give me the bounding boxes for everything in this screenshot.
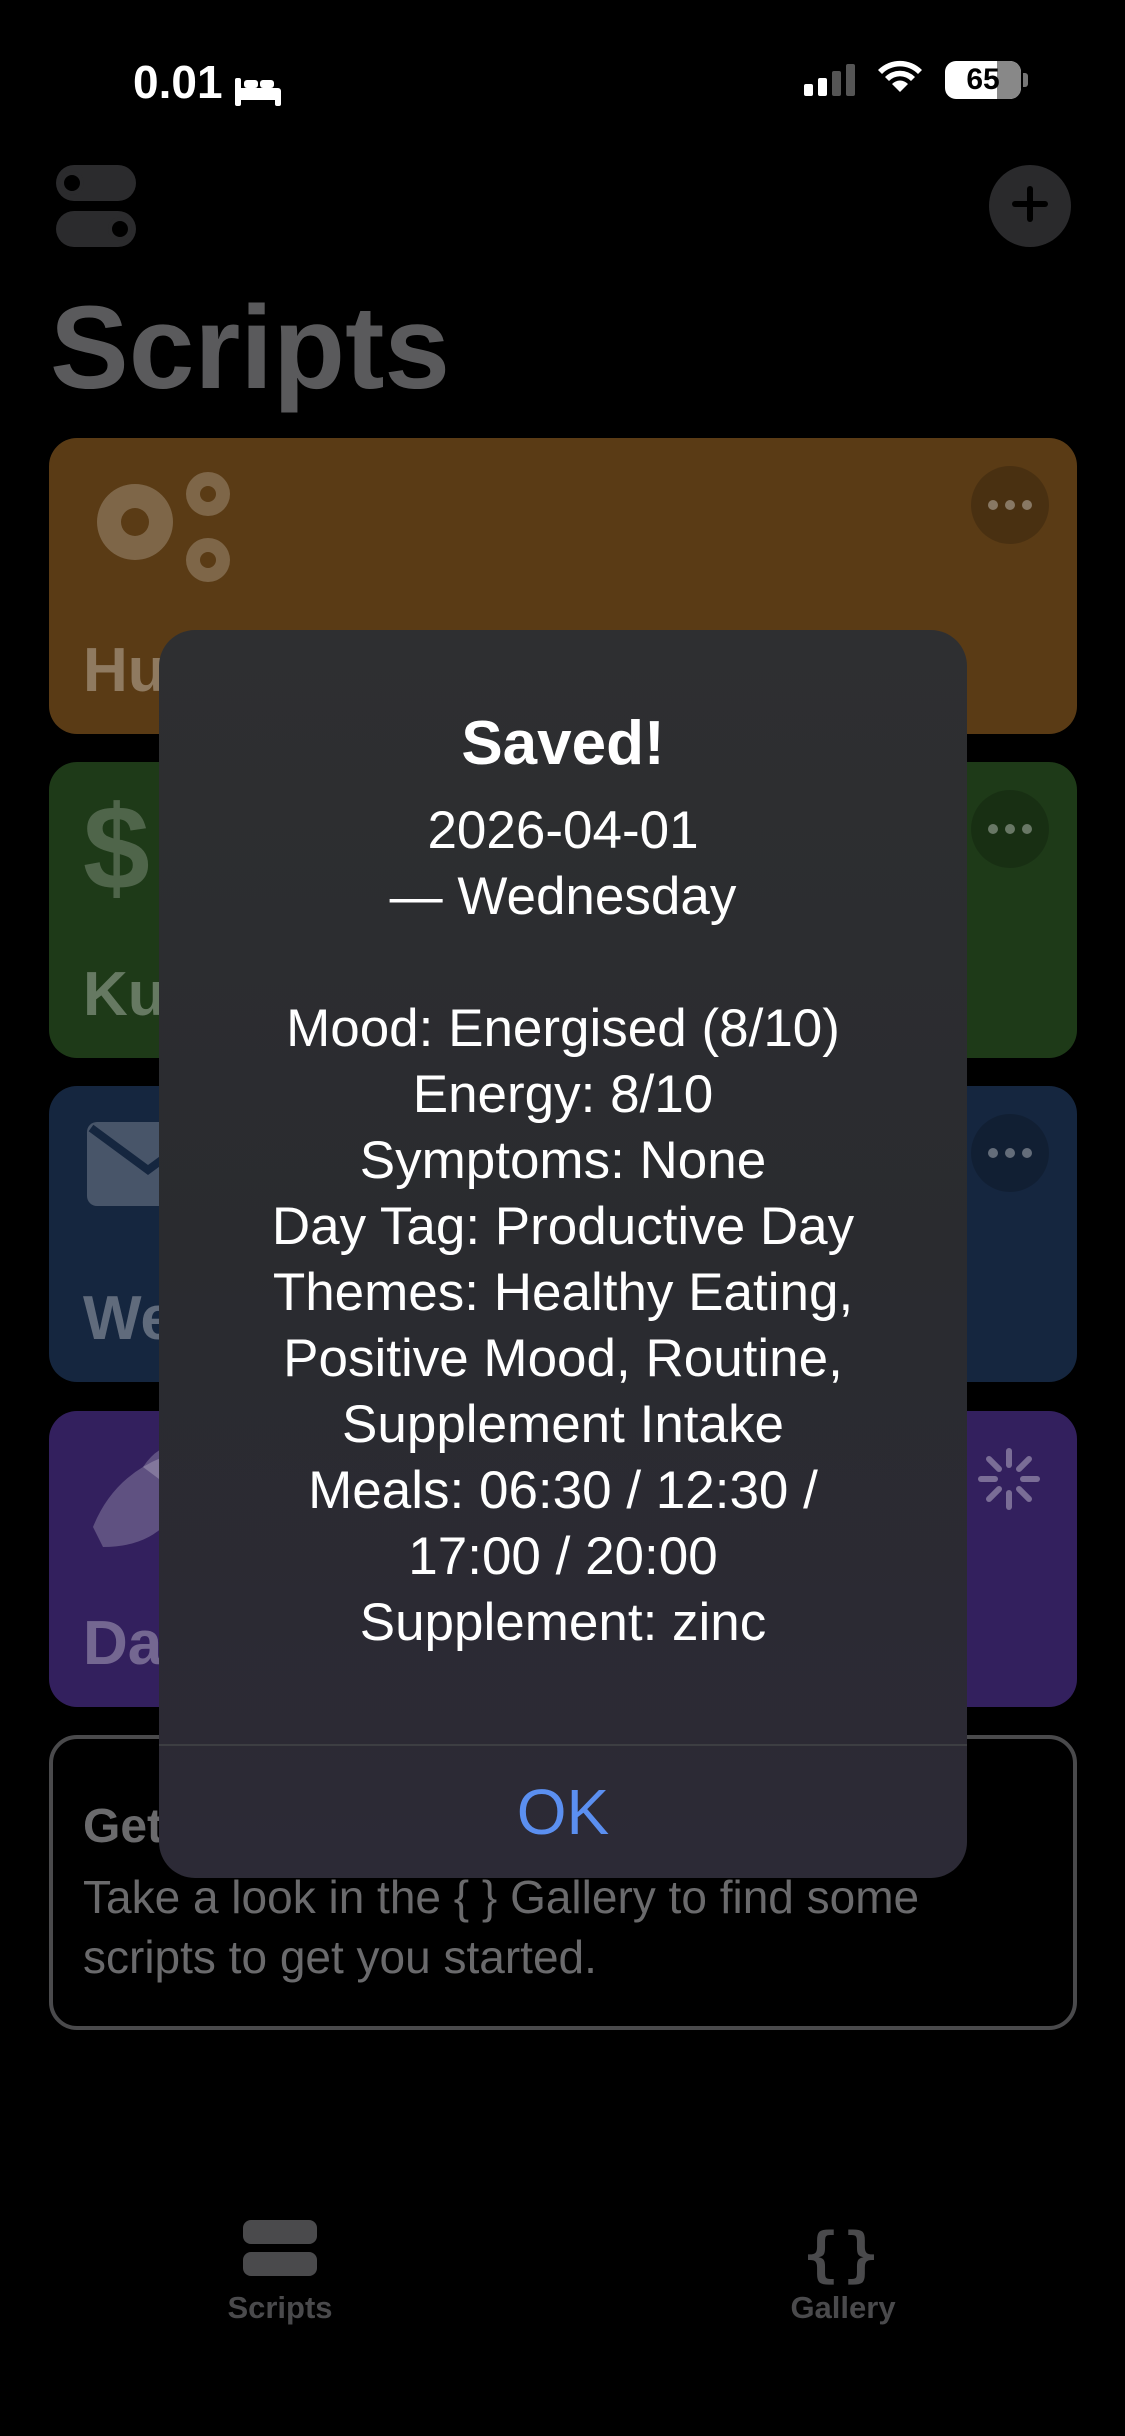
screen: 0.01 65 Scripts Hu $ Ku We Da Get Take a… [0, 0, 1125, 2436]
stack-icon [243, 2220, 317, 2276]
loading-spinner-icon [977, 1447, 1041, 1516]
more-options-button[interactable] [971, 1114, 1049, 1192]
more-options-button[interactable] [971, 466, 1049, 544]
status-indicators: 65 [804, 60, 1028, 99]
card-title: Hu [83, 636, 166, 705]
wifi-icon [877, 60, 923, 99]
status-time: 0.01 [133, 55, 283, 109]
page-title: Scripts [50, 282, 451, 414]
tab-gallery[interactable]: {} Gallery [743, 2220, 943, 2326]
more-options-button[interactable] [971, 790, 1049, 868]
tab-gallery-label: Gallery [790, 2290, 896, 2325]
tab-scripts[interactable]: Scripts [180, 2220, 380, 2326]
alert-title: Saved! [461, 709, 665, 778]
tab-scripts-label: Scripts [227, 2290, 333, 2325]
status-time-text: 0.01 [133, 56, 223, 108]
get-started-text: Take a look in the { } Gallery to find s… [83, 1871, 920, 1983]
gears-icon [83, 464, 243, 599]
cellular-signal-icon [804, 63, 855, 96]
get-started-title: Get [83, 1800, 164, 1853]
saved-alert-dialog: Saved! 2026-04-01 — Wednesday Mood: Ener… [159, 630, 967, 1878]
battery-icon: 65 [945, 60, 1028, 99]
status-bar: 0.01 65 [0, 0, 1125, 160]
alert-message: 2026-04-01 — Wednesday Mood: Energised (… [271, 801, 855, 1652]
add-script-button[interactable] [989, 165, 1071, 247]
card-title: Ku [83, 960, 166, 1029]
dollar-icon: $ [83, 781, 150, 915]
toggle-settings-icon[interactable] [56, 165, 136, 247]
sleep-bed-icon [233, 65, 283, 106]
braces-icon: {} [802, 2220, 884, 2290]
ok-button[interactable]: OK [159, 1746, 967, 1878]
card-title: Da [83, 1609, 163, 1678]
battery-level: 65 [966, 62, 1000, 96]
plus-icon [1010, 184, 1050, 229]
